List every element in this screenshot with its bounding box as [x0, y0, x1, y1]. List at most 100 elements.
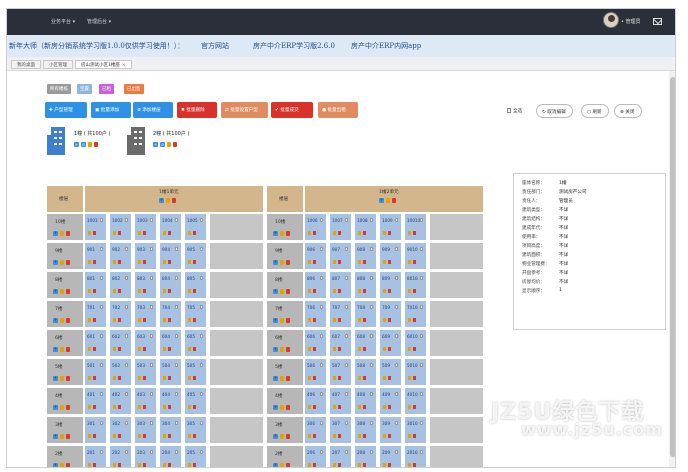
floor-label[interactable]: 2楼 — [275, 451, 283, 457]
room-cell[interactable]: 501 — [84, 358, 107, 386]
edit-icon[interactable] — [308, 405, 311, 409]
room-cell[interactable]: 406 — [304, 387, 327, 415]
room-cell[interactable]: 702 — [109, 300, 132, 328]
edit-icon[interactable] — [308, 463, 311, 467]
room-cell[interactable]: 407 — [329, 387, 352, 415]
room-cell[interactable]: 4010 — [404, 387, 427, 415]
room-cell[interactable]: 901 — [84, 242, 107, 270]
room-checkbox[interactable] — [320, 363, 323, 367]
room-cell[interactable]: 904 — [159, 242, 182, 270]
room-checkbox[interactable] — [345, 247, 348, 251]
edit-icon[interactable] — [188, 231, 191, 235]
room-cell[interactable]: 203 — [134, 445, 157, 467]
delete-icon[interactable] — [118, 260, 121, 264]
room-cell[interactable]: 509 — [379, 358, 402, 386]
add-icon[interactable]: + — [273, 289, 278, 294]
delete-icon[interactable] — [143, 318, 146, 322]
add-icon[interactable]: + — [153, 142, 158, 147]
room-checkbox[interactable] — [420, 363, 423, 367]
room-cell[interactable]: 505 — [184, 358, 207, 386]
room-checkbox[interactable] — [100, 305, 103, 309]
room-cell[interactable]: 209 — [379, 445, 402, 467]
notice-link-erp-app[interactable]: 房产中介ERP内网app — [351, 41, 421, 51]
edit-icon[interactable] — [308, 376, 311, 380]
room-cell[interactable]: 907 — [329, 242, 352, 270]
room-checkbox[interactable] — [125, 421, 128, 425]
delete-icon[interactable] — [66, 289, 70, 294]
delete-icon[interactable] — [193, 260, 196, 264]
delete-icon[interactable] — [168, 260, 171, 264]
room-cell[interactable]: 909 — [379, 242, 402, 270]
select-all-checkbox[interactable]: 全选 — [507, 104, 529, 118]
delete-icon[interactable] — [143, 405, 146, 409]
delete-icon[interactable] — [388, 318, 391, 322]
action-button[interactable]: ▣ 批量添加 — [91, 102, 131, 118]
edit-icon[interactable] — [113, 405, 116, 409]
edit-icon[interactable] — [88, 289, 91, 293]
edit-icon[interactable] — [88, 405, 91, 409]
edit-icon[interactable] — [60, 231, 64, 236]
delete-icon[interactable] — [338, 231, 341, 235]
action-button[interactable]: ✚ 户型管理 — [45, 102, 87, 118]
action-button[interactable]: ⊕ 添加楼层 — [133, 102, 173, 118]
edit-icon[interactable] — [138, 231, 141, 235]
edit-icon[interactable] — [383, 405, 386, 409]
room-cell[interactable]: 705 — [184, 300, 207, 328]
delete-icon[interactable] — [193, 376, 196, 380]
delete-icon[interactable] — [388, 260, 391, 264]
room-cell[interactable]: 307 — [329, 416, 352, 444]
edit-icon[interactable] — [308, 231, 311, 235]
edit-icon[interactable] — [358, 231, 361, 235]
delete-icon[interactable] — [388, 376, 391, 380]
delete-icon[interactable] — [286, 260, 290, 265]
floor-label[interactable]: 10楼 — [55, 219, 65, 225]
delete-icon[interactable] — [413, 405, 416, 409]
floor-label[interactable]: 4楼 — [275, 393, 283, 399]
room-checkbox[interactable] — [200, 276, 203, 280]
delete-icon[interactable] — [66, 347, 70, 352]
delete-icon[interactable] — [168, 405, 171, 409]
floor-label[interactable]: 3楼 — [55, 422, 63, 428]
room-checkbox[interactable] — [345, 363, 348, 367]
floor-label[interactable]: 4楼 — [55, 393, 63, 399]
delete-icon[interactable] — [413, 434, 416, 438]
room-checkbox[interactable] — [125, 334, 128, 338]
edit-icon[interactable] — [408, 463, 411, 467]
edit-icon[interactable] — [308, 434, 311, 438]
edit-icon[interactable] — [88, 318, 91, 322]
edit-icon[interactable] — [280, 289, 284, 294]
action-button[interactable]: ● 批量出租 — [318, 102, 358, 118]
add-icon[interactable]: + — [53, 231, 58, 236]
delete-icon[interactable] — [413, 376, 416, 380]
delete-icon[interactable] — [66, 405, 70, 410]
delete-icon[interactable] — [193, 434, 196, 438]
room-checkbox[interactable] — [370, 421, 373, 425]
room-checkbox[interactable] — [150, 334, 153, 338]
floor-label[interactable]: 6楼 — [55, 335, 63, 341]
add-icon[interactable]: + — [379, 198, 384, 203]
delete-icon[interactable] — [193, 347, 196, 351]
edit-icon[interactable] — [280, 347, 284, 352]
room-cell[interactable]: 1005 — [184, 213, 207, 241]
edit-icon[interactable] — [408, 376, 411, 380]
edit-icon[interactable] — [333, 318, 336, 322]
room-checkbox[interactable] — [370, 392, 373, 396]
room-checkbox[interactable] — [175, 334, 178, 338]
room-cell[interactable]: 903 — [134, 242, 157, 270]
filter-button[interactable]: 已租 — [99, 84, 114, 94]
room-checkbox[interactable] — [175, 218, 178, 222]
room-checkbox[interactable] — [100, 450, 103, 454]
edit-icon[interactable] — [163, 434, 166, 438]
room-cell[interactable]: 308 — [354, 416, 377, 444]
delete-icon[interactable] — [94, 142, 98, 147]
menu-admin-backend[interactable]: 管理后台 ▾ — [87, 18, 111, 25]
edit-icon[interactable] — [308, 318, 311, 322]
filter-button[interactable]: 已出售 — [124, 84, 144, 94]
delete-icon[interactable] — [363, 347, 366, 351]
room-checkbox[interactable] — [420, 218, 423, 222]
delete-icon[interactable] — [172, 198, 176, 203]
room-checkbox[interactable] — [370, 305, 373, 309]
delete-icon[interactable] — [168, 289, 171, 293]
edit-icon[interactable] — [408, 318, 411, 322]
add-icon[interactable]: + — [159, 198, 164, 203]
